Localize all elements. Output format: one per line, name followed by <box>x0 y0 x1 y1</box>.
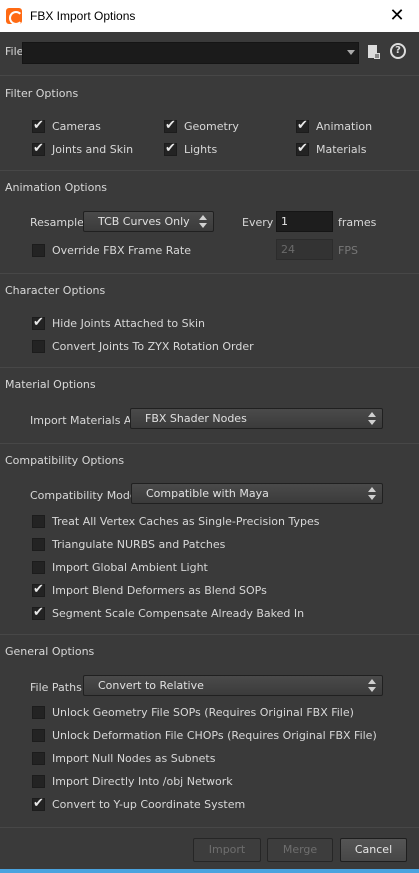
compatibility-options-title: Compatibility Options <box>5 454 125 467</box>
updown-arrows-icon <box>368 486 376 501</box>
lights-checkbox[interactable] <box>164 141 177 156</box>
divider <box>0 634 419 635</box>
window-bottom-border <box>0 869 419 873</box>
hide-joints-label: Hide Joints Attached to Skin <box>52 317 206 330</box>
general-options-title: General Options <box>5 645 95 658</box>
animation-options-title: Animation Options <box>5 181 108 194</box>
geometry-checkbox[interactable] <box>164 118 177 133</box>
divider <box>0 827 419 828</box>
file-paths-dropdown[interactable]: Convert to Relative <box>83 675 383 696</box>
houdini-icon <box>6 8 23 25</box>
unlock-geometry-checkbox[interactable] <box>32 706 45 719</box>
convert-joints-checkbox[interactable] <box>32 340 45 353</box>
unlock-deformation-label: Unlock Deformation File CHOPs (Requires … <box>52 729 377 742</box>
compatibility-mode-label: Compatibility Mode <box>30 489 137 502</box>
materials-label: Materials <box>316 143 367 156</box>
fps-label: FPS <box>338 244 358 257</box>
blend-deformers-checkbox[interactable] <box>32 582 45 597</box>
divider <box>0 367 419 368</box>
segment-scale-checkbox[interactable] <box>32 605 45 620</box>
import-materials-label: Import Materials As <box>30 414 138 427</box>
file-paths-label: File Paths <box>30 681 82 694</box>
triangulate-nurbs-checkbox[interactable] <box>32 538 45 551</box>
blend-deformers-label: Import Blend Deformers as Blend SOPs <box>52 584 267 597</box>
divider <box>0 170 419 171</box>
override-frame-rate-label: Override FBX Frame Rate <box>52 244 191 257</box>
animation-checkbox[interactable] <box>296 118 309 133</box>
file-paths-value: Convert to Relative <box>98 679 204 692</box>
hide-joints-checkbox[interactable] <box>32 315 45 330</box>
close-icon[interactable]: ✕ <box>385 4 409 28</box>
filter-options-title: Filter Options <box>5 87 79 100</box>
divider <box>0 75 419 76</box>
character-options-title: Character Options <box>5 284 106 297</box>
unlock-deformation-checkbox[interactable] <box>32 729 45 742</box>
file-path-input[interactable] <box>22 42 359 64</box>
import-materials-dropdown[interactable]: FBX Shader Nodes <box>130 408 383 429</box>
cancel-button[interactable]: Cancel <box>340 838 407 862</box>
null-nodes-subnets-checkbox[interactable] <box>32 752 45 765</box>
file-label: File <box>5 45 24 58</box>
frames-label: frames <box>338 216 377 229</box>
import-into-obj-checkbox[interactable] <box>32 775 45 788</box>
resample-dropdown[interactable]: TCB Curves Only <box>83 211 214 232</box>
lights-label: Lights <box>184 143 218 156</box>
title-bar: FBX Import Options ✕ <box>0 0 419 32</box>
y-up-coordinate-label: Convert to Y-up Coordinate System <box>52 798 246 811</box>
updown-arrows-icon <box>368 678 376 693</box>
compatibility-mode-dropdown[interactable]: Compatible with Maya <box>131 483 383 504</box>
segment-scale-label: Segment Scale Compensate Already Baked I… <box>52 607 305 620</box>
single-precision-label: Treat All Vertex Caches as Single-Precis… <box>52 515 320 528</box>
import-materials-value: FBX Shader Nodes <box>145 412 247 425</box>
override-frame-rate-checkbox[interactable] <box>32 244 45 257</box>
resample-value: TCB Curves Only <box>98 215 190 228</box>
joints-and-skin-label: Joints and Skin <box>52 143 134 156</box>
global-ambient-light-label: Import Global Ambient Light <box>52 561 208 574</box>
fps-input[interactable]: 24 <box>276 239 333 260</box>
triangulate-nurbs-label: Triangulate NURBS and Patches <box>52 538 226 551</box>
compatibility-mode-value: Compatible with Maya <box>146 487 269 500</box>
import-button[interactable]: Import <box>193 838 261 862</box>
file-browse-icon[interactable] <box>367 44 381 60</box>
y-up-coordinate-checkbox[interactable] <box>32 796 45 811</box>
import-into-obj-label: Import Directly Into /obj Network <box>52 775 233 788</box>
chevron-down-icon <box>347 50 355 55</box>
material-options-title: Material Options <box>5 378 96 391</box>
merge-button[interactable]: Merge <box>267 838 333 862</box>
file-dropdown-arrow[interactable] <box>344 42 359 64</box>
window-title: FBX Import Options <box>30 9 136 23</box>
help-icon[interactable]: ? <box>390 43 406 59</box>
unlock-geometry-label: Unlock Geometry File SOPs (Requires Orig… <box>52 706 354 719</box>
joints-and-skin-checkbox[interactable] <box>32 141 45 156</box>
resample-label: Resample <box>30 216 84 229</box>
every-frames-input[interactable]: 1 <box>276 211 333 232</box>
animation-label: Animation <box>316 120 373 133</box>
materials-checkbox[interactable] <box>296 141 309 156</box>
divider <box>0 443 419 444</box>
cameras-checkbox[interactable] <box>32 118 45 133</box>
single-precision-checkbox[interactable] <box>32 515 45 528</box>
convert-joints-label: Convert Joints To ZYX Rotation Order <box>52 340 254 353</box>
divider <box>0 273 419 274</box>
updown-arrows-icon <box>368 411 376 426</box>
geometry-label: Geometry <box>184 120 239 133</box>
global-ambient-light-checkbox[interactable] <box>32 561 45 574</box>
updown-arrows-icon <box>199 214 207 229</box>
cameras-label: Cameras <box>52 120 101 133</box>
every-label: Every <box>242 216 274 229</box>
null-nodes-subnets-label: Import Null Nodes as Subnets <box>52 752 216 765</box>
